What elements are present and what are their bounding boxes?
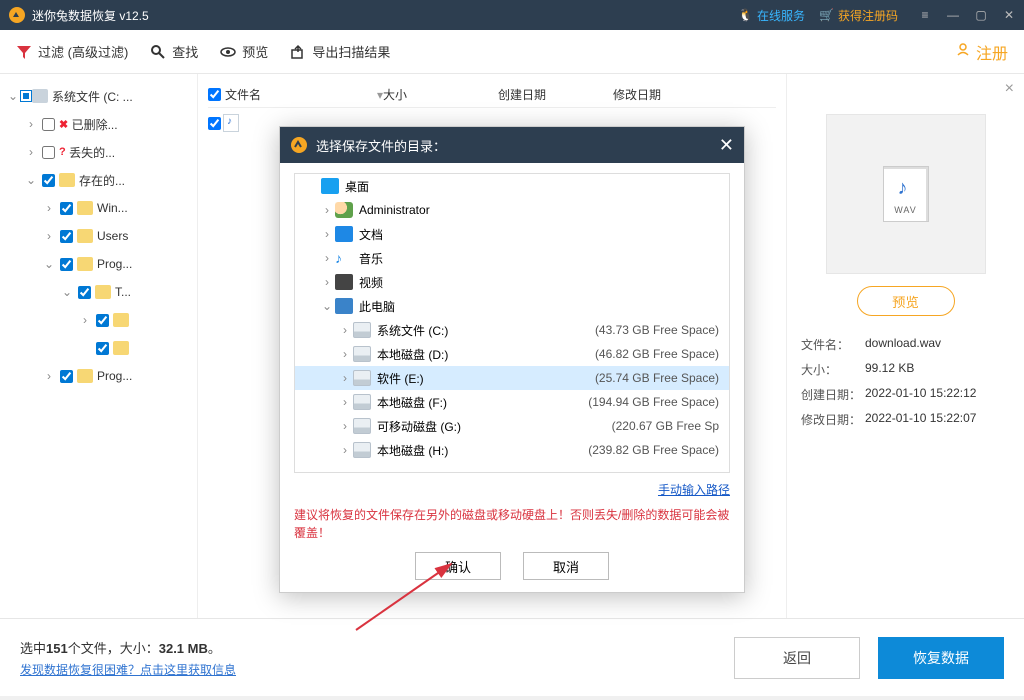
manual-path-link[interactable]: 手动输入路径	[658, 483, 730, 497]
dir-docs[interactable]: ›文档	[295, 222, 729, 246]
disk-icon	[353, 394, 371, 410]
disk-icon	[353, 418, 371, 434]
disk-icon	[353, 346, 371, 362]
dir-drive[interactable]: ›本地磁盘 (H:)(239.82 GB Free Space)	[295, 438, 729, 462]
dir-admin[interactable]: ›Administrator	[295, 198, 729, 222]
dir-desktop[interactable]: 桌面	[295, 174, 729, 198]
cancel-button[interactable]: 取消	[523, 552, 609, 580]
person-icon	[335, 202, 353, 218]
disk-icon	[353, 442, 371, 458]
dir-music[interactable]: ›♪音乐	[295, 246, 729, 270]
app-icon	[290, 136, 308, 154]
modal-close-icon[interactable]: ✕	[719, 135, 734, 156]
modal-backdrop: 选择保存文件的目录： ✕ 桌面 ›Administrator ›文档 ›♪音乐 …	[0, 0, 1024, 700]
ok-button[interactable]: 确认	[415, 552, 501, 580]
video-icon	[335, 274, 353, 290]
document-icon	[335, 226, 353, 242]
disk-icon	[353, 322, 371, 338]
dir-drive[interactable]: ›系统文件 (C:)(43.73 GB Free Space)	[295, 318, 729, 342]
disk-icon	[353, 370, 371, 386]
modal-titlebar: 选择保存文件的目录： ✕	[280, 127, 744, 163]
dir-drive[interactable]: ›可移动磁盘 (G:)(220.67 GB Free Sp	[295, 414, 729, 438]
dir-drive[interactable]: ›本地磁盘 (F:)(194.94 GB Free Space)	[295, 390, 729, 414]
pc-icon	[335, 298, 353, 314]
music-icon: ♪	[335, 250, 353, 266]
warning-text: 建议将恢复的文件保存在另外的磁盘或移动硬盘上！否则丢失/删除的数据可能会被覆盖！	[294, 506, 730, 542]
dir-drive[interactable]: ›软件 (E:)(25.74 GB Free Space)	[295, 366, 729, 390]
save-dir-dialog: 选择保存文件的目录： ✕ 桌面 ›Administrator ›文档 ›♪音乐 …	[279, 126, 745, 593]
directory-tree[interactable]: 桌面 ›Administrator ›文档 ›♪音乐 ›视频 ⌄此电脑 ›系统文…	[294, 173, 730, 473]
desktop-icon	[321, 178, 339, 194]
modal-title-text: 选择保存文件的目录：	[316, 136, 446, 155]
dir-this-pc[interactable]: ⌄此电脑	[295, 294, 729, 318]
dir-drive[interactable]: ›本地磁盘 (D:)(46.82 GB Free Space)	[295, 342, 729, 366]
dir-video[interactable]: ›视频	[295, 270, 729, 294]
